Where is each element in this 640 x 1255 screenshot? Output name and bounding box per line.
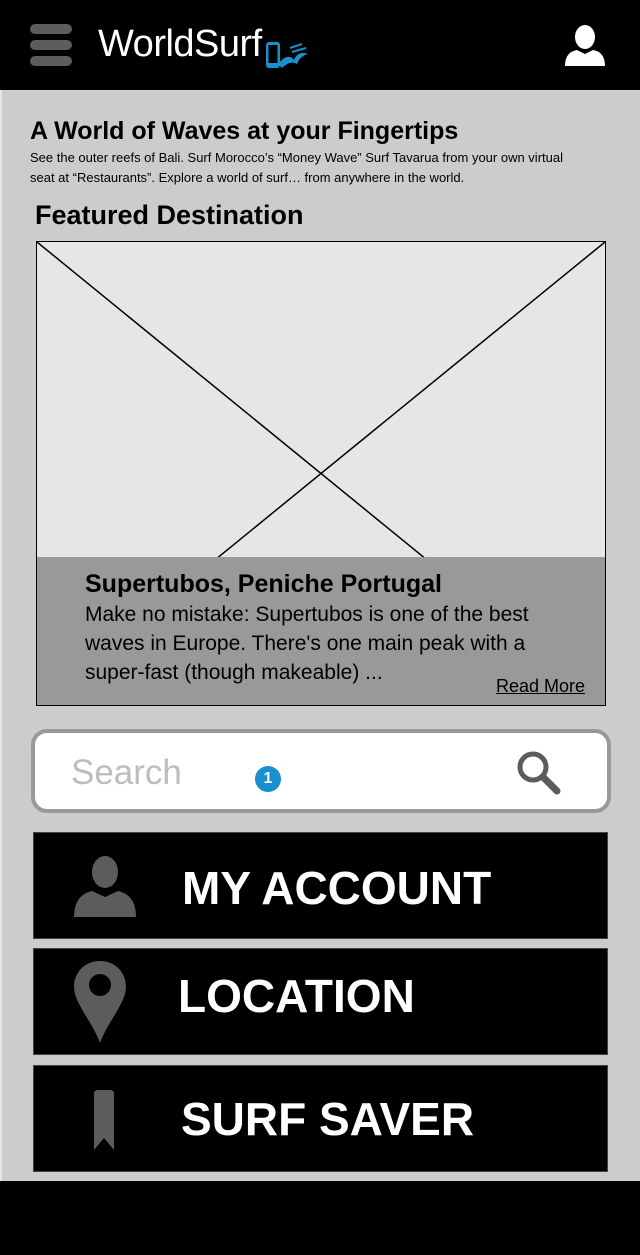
intro-text: See the outer reefs of Bali. Surf Morocc… [30,150,563,185]
featured-description: Make no mistake: Supertubos is one of th… [85,603,529,684]
menu-icon[interactable] [30,24,72,68]
location-label: LOCATION [178,970,415,1022]
app-logo[interactable]: WorldSurf [98,22,310,72]
bookmark-icon [94,1090,114,1150]
logo-text: WorldSurf [98,23,262,65]
user-profile-icon[interactable] [563,24,607,66]
my-account-button[interactable]: MY ACCOUNT [33,832,608,939]
featured-heading: Featured Destination [35,200,304,230]
surf-saver-label: SURF SAVER [181,1093,475,1145]
featured-caption: Supertubos, Peniche Portugal Make no mis… [37,557,605,705]
surf-saver-button[interactable]: SURF SAVER [33,1065,608,1172]
bottom-bar [0,1181,640,1255]
search-input[interactable]: Search 1 [31,729,611,813]
account-icon [74,856,136,917]
featured-title: Supertubos, Peniche Portugal [85,570,442,598]
search-placeholder: Search [71,753,182,792]
my-account-label: MY ACCOUNT [182,862,492,914]
app-header: WorldSurf [0,0,640,90]
search-icon[interactable] [515,749,561,795]
search-badge: 1 [255,766,281,792]
page-headline: A World of Waves at your Fingertips [30,117,459,145]
phone-wave-icon [265,42,308,68]
featured-destination-card[interactable]: Supertubos, Peniche Portugal Make no mis… [36,241,606,706]
location-button[interactable]: LOCATION [33,948,608,1055]
read-more-link[interactable]: Read More [496,675,585,697]
location-pin-icon [74,961,126,1043]
